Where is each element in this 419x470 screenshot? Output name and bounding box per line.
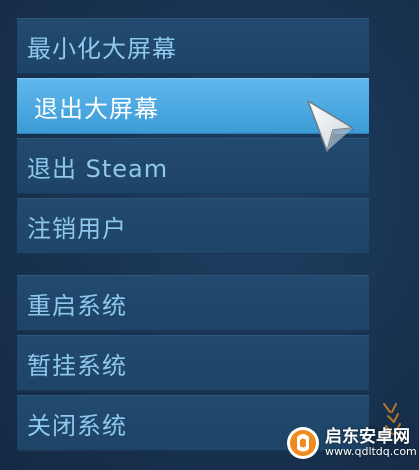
arrow-cursor-icon [307,100,355,153]
menu-item-label: 最小化大屏幕 [27,34,177,63]
menu-item-label: 暂挂系统 [27,351,127,380]
watermark-title: 启东安卓网 [325,426,410,447]
power-menu: 最小化大屏幕 退出大屏幕 退出 Steam 注销用户 重启系统 暂挂系统 关闭系… [17,18,369,455]
menu-item-label: 重启系统 [27,291,127,320]
menu-item-label: 注销用户 [27,214,127,243]
menu-item-label: 退出大屏幕 [34,94,159,123]
watermark: 启东安卓网 www.qdltdq.com [286,416,419,470]
menu-item-restart-system[interactable]: 重启系统 [17,275,369,331]
watermark-logo-icon [287,427,319,459]
menu-group-divider [17,258,369,275]
menu-item-label: 退出 Steam [27,154,169,183]
menu-item-label: 关闭系统 [27,411,127,440]
menu-item-suspend-system[interactable]: 暂挂系统 [17,335,369,391]
menu-item-sign-out[interactable]: 注销用户 [17,198,369,254]
watermark-url: www.qdltdq.com [325,445,417,459]
menu-item-minimize-big-picture[interactable]: 最小化大屏幕 [17,18,369,74]
